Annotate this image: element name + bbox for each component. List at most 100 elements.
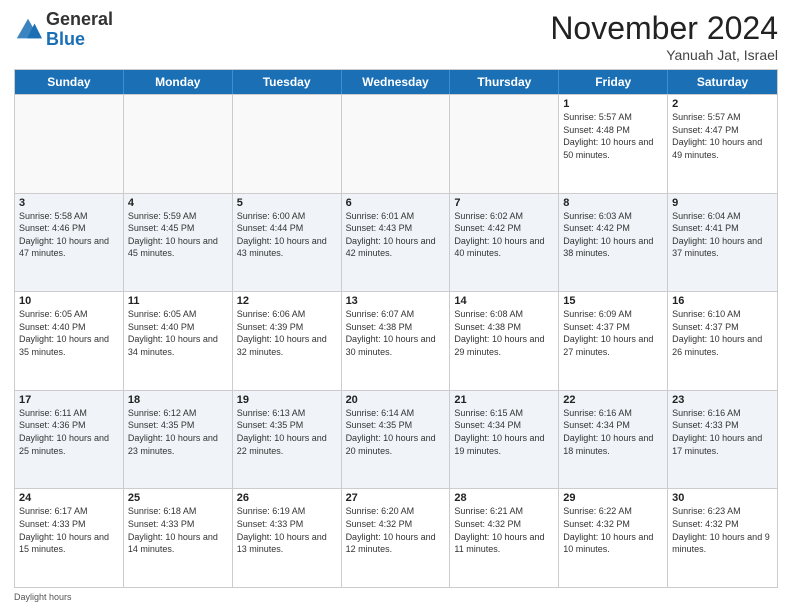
calendar-cell (342, 95, 451, 193)
logo-icon (14, 16, 42, 44)
logo: General Blue (14, 10, 113, 50)
day-number: 26 (237, 492, 337, 504)
day-info: Sunrise: 6:22 AM Sunset: 4:32 PM Dayligh… (563, 505, 663, 555)
day-info: Sunrise: 6:01 AM Sunset: 4:43 PM Dayligh… (346, 210, 446, 260)
day-number: 19 (237, 394, 337, 406)
calendar-week-row: 1Sunrise: 5:57 AM Sunset: 4:48 PM Daylig… (15, 94, 777, 193)
calendar-cell: 28Sunrise: 6:21 AM Sunset: 4:32 PM Dayli… (450, 489, 559, 587)
calendar-week-row: 3Sunrise: 5:58 AM Sunset: 4:46 PM Daylig… (15, 193, 777, 292)
calendar-cell: 29Sunrise: 6:22 AM Sunset: 4:32 PM Dayli… (559, 489, 668, 587)
day-number: 17 (19, 394, 119, 406)
day-number: 30 (672, 492, 773, 504)
day-number: 16 (672, 295, 773, 307)
location-subtitle: Yanuah Jat, Israel (550, 47, 778, 63)
day-number: 27 (346, 492, 446, 504)
day-info: Sunrise: 5:57 AM Sunset: 4:48 PM Dayligh… (563, 111, 663, 161)
day-info: Sunrise: 6:17 AM Sunset: 4:33 PM Dayligh… (19, 505, 119, 555)
day-info: Sunrise: 6:03 AM Sunset: 4:42 PM Dayligh… (563, 210, 663, 260)
day-info: Sunrise: 6:14 AM Sunset: 4:35 PM Dayligh… (346, 407, 446, 457)
calendar-cell: 17Sunrise: 6:11 AM Sunset: 4:36 PM Dayli… (15, 391, 124, 489)
calendar-cell: 13Sunrise: 6:07 AM Sunset: 4:38 PM Dayli… (342, 292, 451, 390)
day-number: 10 (19, 295, 119, 307)
page-container: General Blue November 2024 Yanuah Jat, I… (0, 0, 792, 612)
calendar-cell: 24Sunrise: 6:17 AM Sunset: 4:33 PM Dayli… (15, 489, 124, 587)
weekday-header: Friday (559, 70, 668, 94)
day-info: Sunrise: 6:12 AM Sunset: 4:35 PM Dayligh… (128, 407, 228, 457)
daylight-label: Daylight hours (14, 592, 72, 602)
calendar-cell: 27Sunrise: 6:20 AM Sunset: 4:32 PM Dayli… (342, 489, 451, 587)
day-info: Sunrise: 5:57 AM Sunset: 4:47 PM Dayligh… (672, 111, 773, 161)
day-number: 1 (563, 98, 663, 110)
calendar-cell: 9Sunrise: 6:04 AM Sunset: 4:41 PM Daylig… (668, 194, 777, 292)
day-info: Sunrise: 6:13 AM Sunset: 4:35 PM Dayligh… (237, 407, 337, 457)
calendar-week-row: 24Sunrise: 6:17 AM Sunset: 4:33 PM Dayli… (15, 488, 777, 587)
logo-general: General (46, 9, 113, 29)
day-number: 29 (563, 492, 663, 504)
calendar-cell: 12Sunrise: 6:06 AM Sunset: 4:39 PM Dayli… (233, 292, 342, 390)
day-info: Sunrise: 6:19 AM Sunset: 4:33 PM Dayligh… (237, 505, 337, 555)
weekday-header: Saturday (668, 70, 777, 94)
day-info: Sunrise: 6:02 AM Sunset: 4:42 PM Dayligh… (454, 210, 554, 260)
day-number: 8 (563, 197, 663, 209)
day-info: Sunrise: 6:23 AM Sunset: 4:32 PM Dayligh… (672, 505, 773, 555)
day-info: Sunrise: 6:06 AM Sunset: 4:39 PM Dayligh… (237, 308, 337, 358)
calendar-cell: 25Sunrise: 6:18 AM Sunset: 4:33 PM Dayli… (124, 489, 233, 587)
calendar-cell: 21Sunrise: 6:15 AM Sunset: 4:34 PM Dayli… (450, 391, 559, 489)
calendar-cell: 30Sunrise: 6:23 AM Sunset: 4:32 PM Dayli… (668, 489, 777, 587)
day-number: 2 (672, 98, 773, 110)
calendar-cell (233, 95, 342, 193)
calendar-body: 1Sunrise: 5:57 AM Sunset: 4:48 PM Daylig… (15, 94, 777, 587)
day-number: 22 (563, 394, 663, 406)
day-number: 25 (128, 492, 228, 504)
day-number: 9 (672, 197, 773, 209)
calendar-cell: 23Sunrise: 6:16 AM Sunset: 4:33 PM Dayli… (668, 391, 777, 489)
day-info: Sunrise: 6:16 AM Sunset: 4:33 PM Dayligh… (672, 407, 773, 457)
calendar-cell: 19Sunrise: 6:13 AM Sunset: 4:35 PM Dayli… (233, 391, 342, 489)
day-info: Sunrise: 6:09 AM Sunset: 4:37 PM Dayligh… (563, 308, 663, 358)
day-number: 14 (454, 295, 554, 307)
weekday-header: Tuesday (233, 70, 342, 94)
day-number: 20 (346, 394, 446, 406)
day-number: 6 (346, 197, 446, 209)
day-info: Sunrise: 5:59 AM Sunset: 4:45 PM Dayligh… (128, 210, 228, 260)
logo-blue: Blue (46, 29, 85, 49)
calendar-cell (124, 95, 233, 193)
calendar-cell (450, 95, 559, 193)
calendar-header: SundayMondayTuesdayWednesdayThursdayFrid… (15, 70, 777, 94)
logo-text: General Blue (46, 10, 113, 50)
calendar-week-row: 17Sunrise: 6:11 AM Sunset: 4:36 PM Dayli… (15, 390, 777, 489)
day-number: 15 (563, 295, 663, 307)
day-info: Sunrise: 6:18 AM Sunset: 4:33 PM Dayligh… (128, 505, 228, 555)
calendar-cell: 18Sunrise: 6:12 AM Sunset: 4:35 PM Dayli… (124, 391, 233, 489)
weekday-header: Sunday (15, 70, 124, 94)
calendar-cell: 7Sunrise: 6:02 AM Sunset: 4:42 PM Daylig… (450, 194, 559, 292)
calendar-cell: 5Sunrise: 6:00 AM Sunset: 4:44 PM Daylig… (233, 194, 342, 292)
day-info: Sunrise: 6:05 AM Sunset: 4:40 PM Dayligh… (19, 308, 119, 358)
calendar-cell: 2Sunrise: 5:57 AM Sunset: 4:47 PM Daylig… (668, 95, 777, 193)
day-info: Sunrise: 6:10 AM Sunset: 4:37 PM Dayligh… (672, 308, 773, 358)
day-info: Sunrise: 6:15 AM Sunset: 4:34 PM Dayligh… (454, 407, 554, 457)
page-header: General Blue November 2024 Yanuah Jat, I… (14, 10, 778, 63)
day-number: 4 (128, 197, 228, 209)
day-info: Sunrise: 5:58 AM Sunset: 4:46 PM Dayligh… (19, 210, 119, 260)
day-number: 13 (346, 295, 446, 307)
calendar-cell: 22Sunrise: 6:16 AM Sunset: 4:34 PM Dayli… (559, 391, 668, 489)
day-number: 23 (672, 394, 773, 406)
day-info: Sunrise: 6:11 AM Sunset: 4:36 PM Dayligh… (19, 407, 119, 457)
day-info: Sunrise: 6:16 AM Sunset: 4:34 PM Dayligh… (563, 407, 663, 457)
day-info: Sunrise: 6:04 AM Sunset: 4:41 PM Dayligh… (672, 210, 773, 260)
calendar-cell: 3Sunrise: 5:58 AM Sunset: 4:46 PM Daylig… (15, 194, 124, 292)
calendar-cell: 20Sunrise: 6:14 AM Sunset: 4:35 PM Dayli… (342, 391, 451, 489)
day-info: Sunrise: 6:00 AM Sunset: 4:44 PM Dayligh… (237, 210, 337, 260)
day-number: 5 (237, 197, 337, 209)
day-number: 11 (128, 295, 228, 307)
day-number: 28 (454, 492, 554, 504)
weekday-header: Monday (124, 70, 233, 94)
calendar: SundayMondayTuesdayWednesdayThursdayFrid… (14, 69, 778, 588)
calendar-cell: 6Sunrise: 6:01 AM Sunset: 4:43 PM Daylig… (342, 194, 451, 292)
weekday-header: Wednesday (342, 70, 451, 94)
calendar-cell: 1Sunrise: 5:57 AM Sunset: 4:48 PM Daylig… (559, 95, 668, 193)
month-title: November 2024 (550, 10, 778, 47)
weekday-header: Thursday (450, 70, 559, 94)
day-number: 3 (19, 197, 119, 209)
